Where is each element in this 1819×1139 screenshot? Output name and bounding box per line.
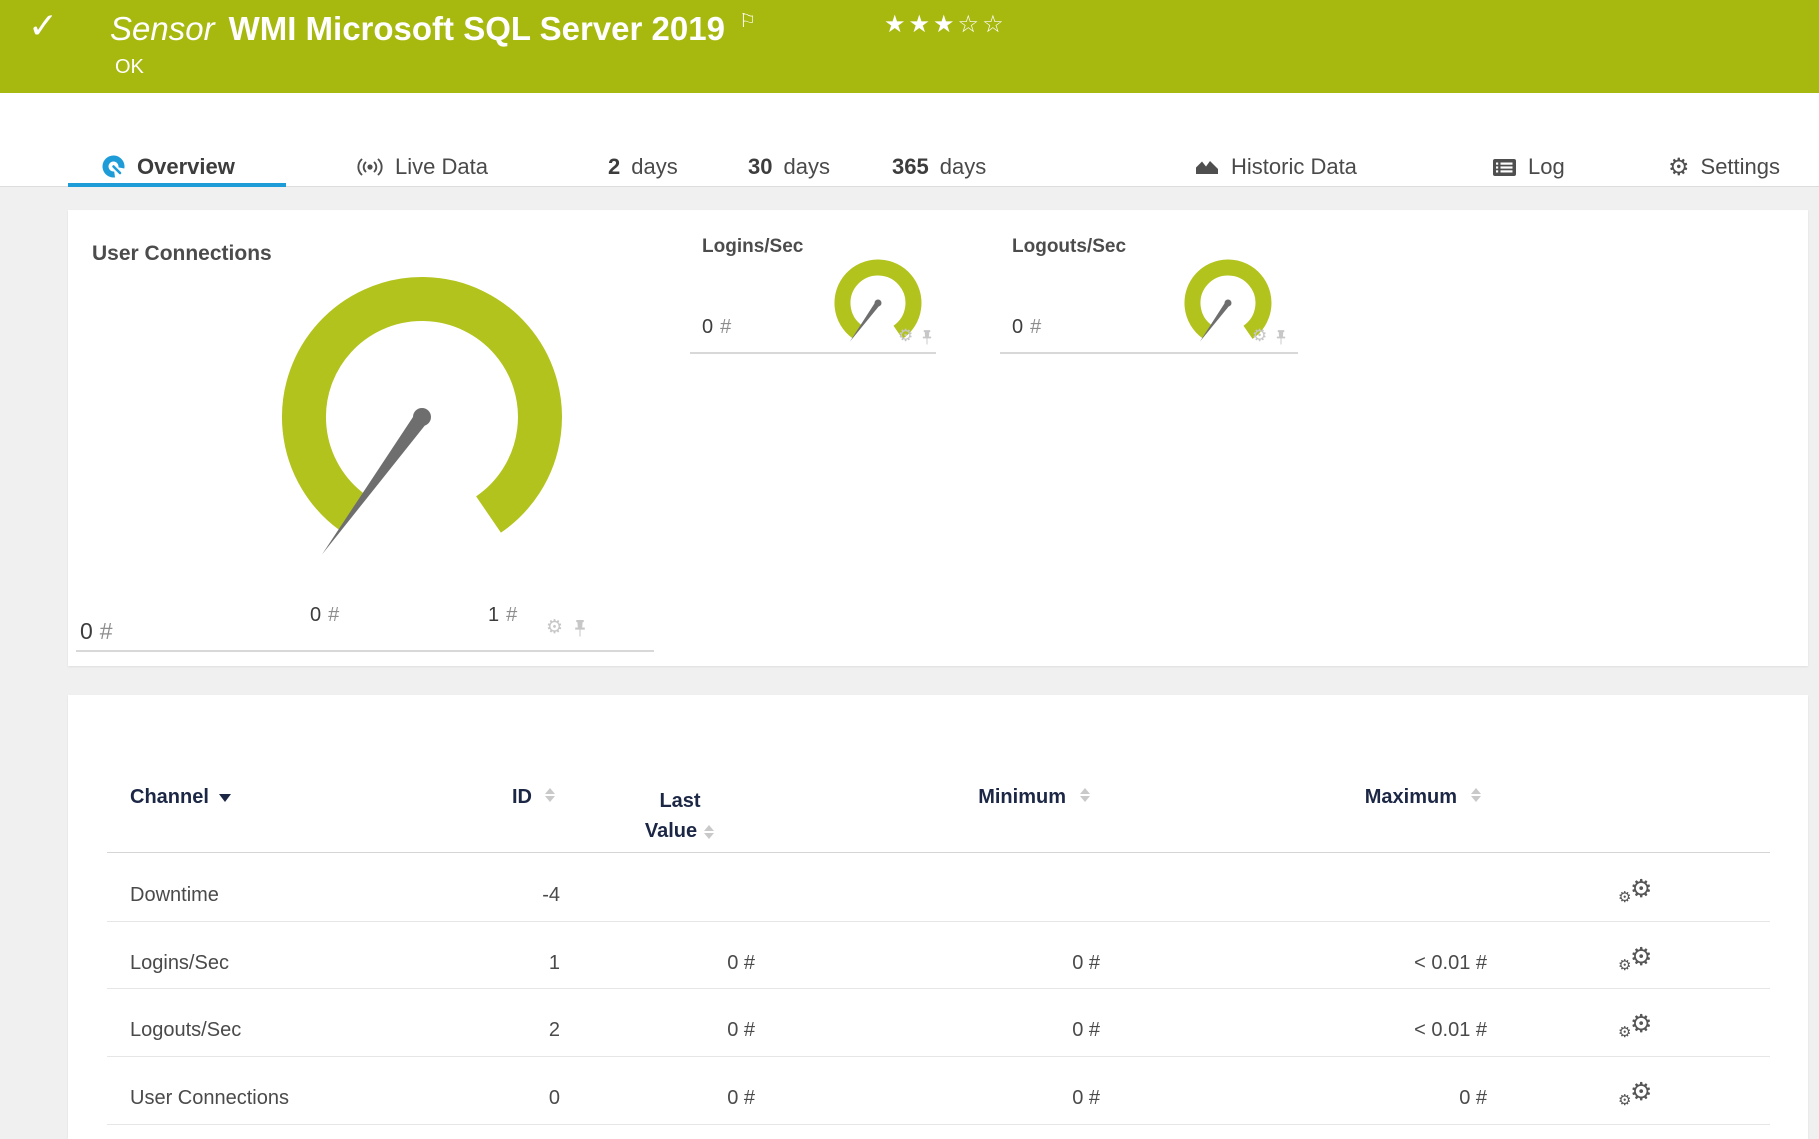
logouts-gauge-title: Logouts/Sec bbox=[1012, 236, 1127, 257]
sensor-header-bar: ✓ Sensor WMI Microsoft SQL Server 2019 ⚐… bbox=[0, 0, 1819, 93]
main-gauge-settings-gear-icon[interactable]: ⚙ bbox=[546, 618, 563, 637]
tab-settings-label: Settings bbox=[1700, 154, 1781, 179]
gauge-icon bbox=[102, 155, 126, 179]
tab-2-days-label: days bbox=[631, 154, 678, 179]
tab-30-days-label: days bbox=[783, 154, 830, 179]
column-header-channel[interactable]: Channel bbox=[130, 786, 231, 809]
row-divider bbox=[107, 1056, 1770, 1057]
channel-minimum: 0 # bbox=[1072, 1087, 1100, 1109]
tab-overview[interactable]: Overview bbox=[102, 146, 235, 188]
tab-overview-label: Overview bbox=[137, 154, 235, 179]
tab-historic-data-label: Historic Data bbox=[1231, 154, 1357, 179]
channel-table-panel bbox=[68, 695, 1808, 1139]
tab-30-days[interactable]: 30 days bbox=[748, 146, 830, 188]
row-divider bbox=[107, 1124, 1770, 1125]
channel-name: Logins/Sec bbox=[130, 952, 229, 974]
row-divider bbox=[107, 988, 1770, 989]
logouts-gauge bbox=[1184, 259, 1272, 342]
channel-settings-gears-icon[interactable]: ⚙ ⚙ bbox=[1618, 874, 1658, 912]
main-gauge-value: 0 # bbox=[80, 618, 113, 644]
main-gauge-scale-min: 0 # bbox=[310, 604, 340, 626]
user-connections-gauge bbox=[282, 277, 562, 555]
channel-settings-gears-icon[interactable]: ⚙ ⚙ bbox=[1618, 942, 1658, 980]
tab-365-days-label: days bbox=[939, 154, 987, 179]
tab-log-label: Log bbox=[1528, 154, 1565, 179]
priority-flag-icon[interactable]: ⚐ bbox=[739, 10, 756, 32]
tab-365-days-number: 365 bbox=[892, 154, 929, 179]
logouts-gauge-settings-gear-icon[interactable]: ⚙ bbox=[1252, 328, 1267, 345]
logins-gauge-pin-icon[interactable] bbox=[921, 330, 933, 345]
column-header-maximum[interactable]: Maximum bbox=[1330, 786, 1457, 809]
channel-name: Downtime bbox=[130, 884, 219, 906]
gear-icon: ⚙ bbox=[1668, 153, 1690, 181]
main-gauge-scale-max: 1 # bbox=[488, 604, 518, 626]
priority-star-rating[interactable]: ★★★☆☆ bbox=[884, 10, 1007, 38]
channel-id: 0 bbox=[548, 1087, 560, 1109]
tab-live-data-label: Live Data bbox=[395, 154, 488, 179]
sort-arrows-icon[interactable] bbox=[545, 788, 556, 802]
tab-365-days[interactable]: 365 days bbox=[892, 146, 986, 188]
logouts-gauge-value: 0 # bbox=[1012, 316, 1042, 338]
channel-id: 1 bbox=[548, 952, 560, 974]
area-chart-icon bbox=[1194, 157, 1220, 177]
channel-last-value: 0 # bbox=[727, 1019, 755, 1041]
channel-minimum: 0 # bbox=[1072, 1019, 1100, 1041]
column-header-id[interactable]: ID bbox=[440, 786, 532, 809]
channel-name: Logouts/Sec bbox=[130, 1019, 242, 1041]
channel-last-value: 0 # bbox=[727, 1087, 755, 1109]
channel-settings-gears-icon[interactable]: ⚙ ⚙ bbox=[1618, 1009, 1658, 1047]
channel-maximum: < 0.01 # bbox=[1414, 1019, 1487, 1041]
main-gauge-underline bbox=[76, 650, 654, 652]
column-header-minimum[interactable]: Minimum bbox=[930, 786, 1066, 809]
channel-maximum: < 0.01 # bbox=[1414, 952, 1487, 974]
channel-minimum: 0 # bbox=[1072, 952, 1100, 974]
logins-gauge-underline bbox=[690, 352, 936, 354]
status-ok-check-icon: ✓ bbox=[28, 6, 59, 47]
tab-log[interactable]: Log bbox=[1492, 146, 1565, 188]
logins-gauge-settings-gear-icon[interactable]: ⚙ bbox=[898, 328, 913, 345]
tab-live-data[interactable]: Live Data bbox=[356, 146, 488, 188]
sort-arrows-icon[interactable] bbox=[1471, 788, 1482, 802]
tab-historic-data[interactable]: Historic Data bbox=[1194, 146, 1357, 188]
channel-maximum: 0 # bbox=[1459, 1087, 1487, 1109]
sort-arrows-icon[interactable] bbox=[1080, 788, 1091, 802]
tab-30-days-number: 30 bbox=[748, 154, 773, 179]
sensor-status-text: OK bbox=[115, 56, 144, 78]
tab-2-days[interactable]: 2 days bbox=[608, 146, 678, 188]
row-divider bbox=[107, 921, 1770, 922]
channel-id: -4 bbox=[542, 884, 560, 906]
sort-caret-down-icon bbox=[218, 793, 231, 802]
logouts-gauge-underline bbox=[1000, 352, 1298, 354]
broadcast-icon bbox=[356, 157, 384, 177]
channel-name: User Connections bbox=[130, 1087, 289, 1109]
sensor-title-row: Sensor WMI Microsoft SQL Server 2019 ⚐ bbox=[110, 10, 756, 48]
logins-gauge bbox=[834, 259, 922, 342]
logins-gauge-title: Logins/Sec bbox=[702, 236, 804, 257]
logouts-gauge-pin-icon[interactable] bbox=[1275, 330, 1287, 345]
column-header-last-value[interactable]: Last Value bbox=[600, 786, 760, 846]
channel-id: 2 bbox=[548, 1019, 560, 1041]
sensor-type-label: Sensor bbox=[110, 10, 215, 47]
sort-arrows-icon[interactable] bbox=[704, 824, 715, 839]
main-gauge-title: User Connections bbox=[92, 242, 272, 265]
logins-gauge-value: 0 # bbox=[702, 316, 732, 338]
tab-2-days-number: 2 bbox=[608, 154, 621, 179]
sensor-name: WMI Microsoft SQL Server 2019 bbox=[228, 10, 725, 47]
main-gauge-pin-icon[interactable] bbox=[573, 620, 587, 637]
channel-settings-gears-icon[interactable]: ⚙ ⚙ bbox=[1618, 1077, 1658, 1115]
channel-last-value: 0 # bbox=[727, 952, 755, 974]
tab-settings[interactable]: ⚙ Settings bbox=[1668, 146, 1780, 188]
log-list-icon bbox=[1492, 158, 1517, 177]
table-header-divider bbox=[107, 852, 1770, 853]
